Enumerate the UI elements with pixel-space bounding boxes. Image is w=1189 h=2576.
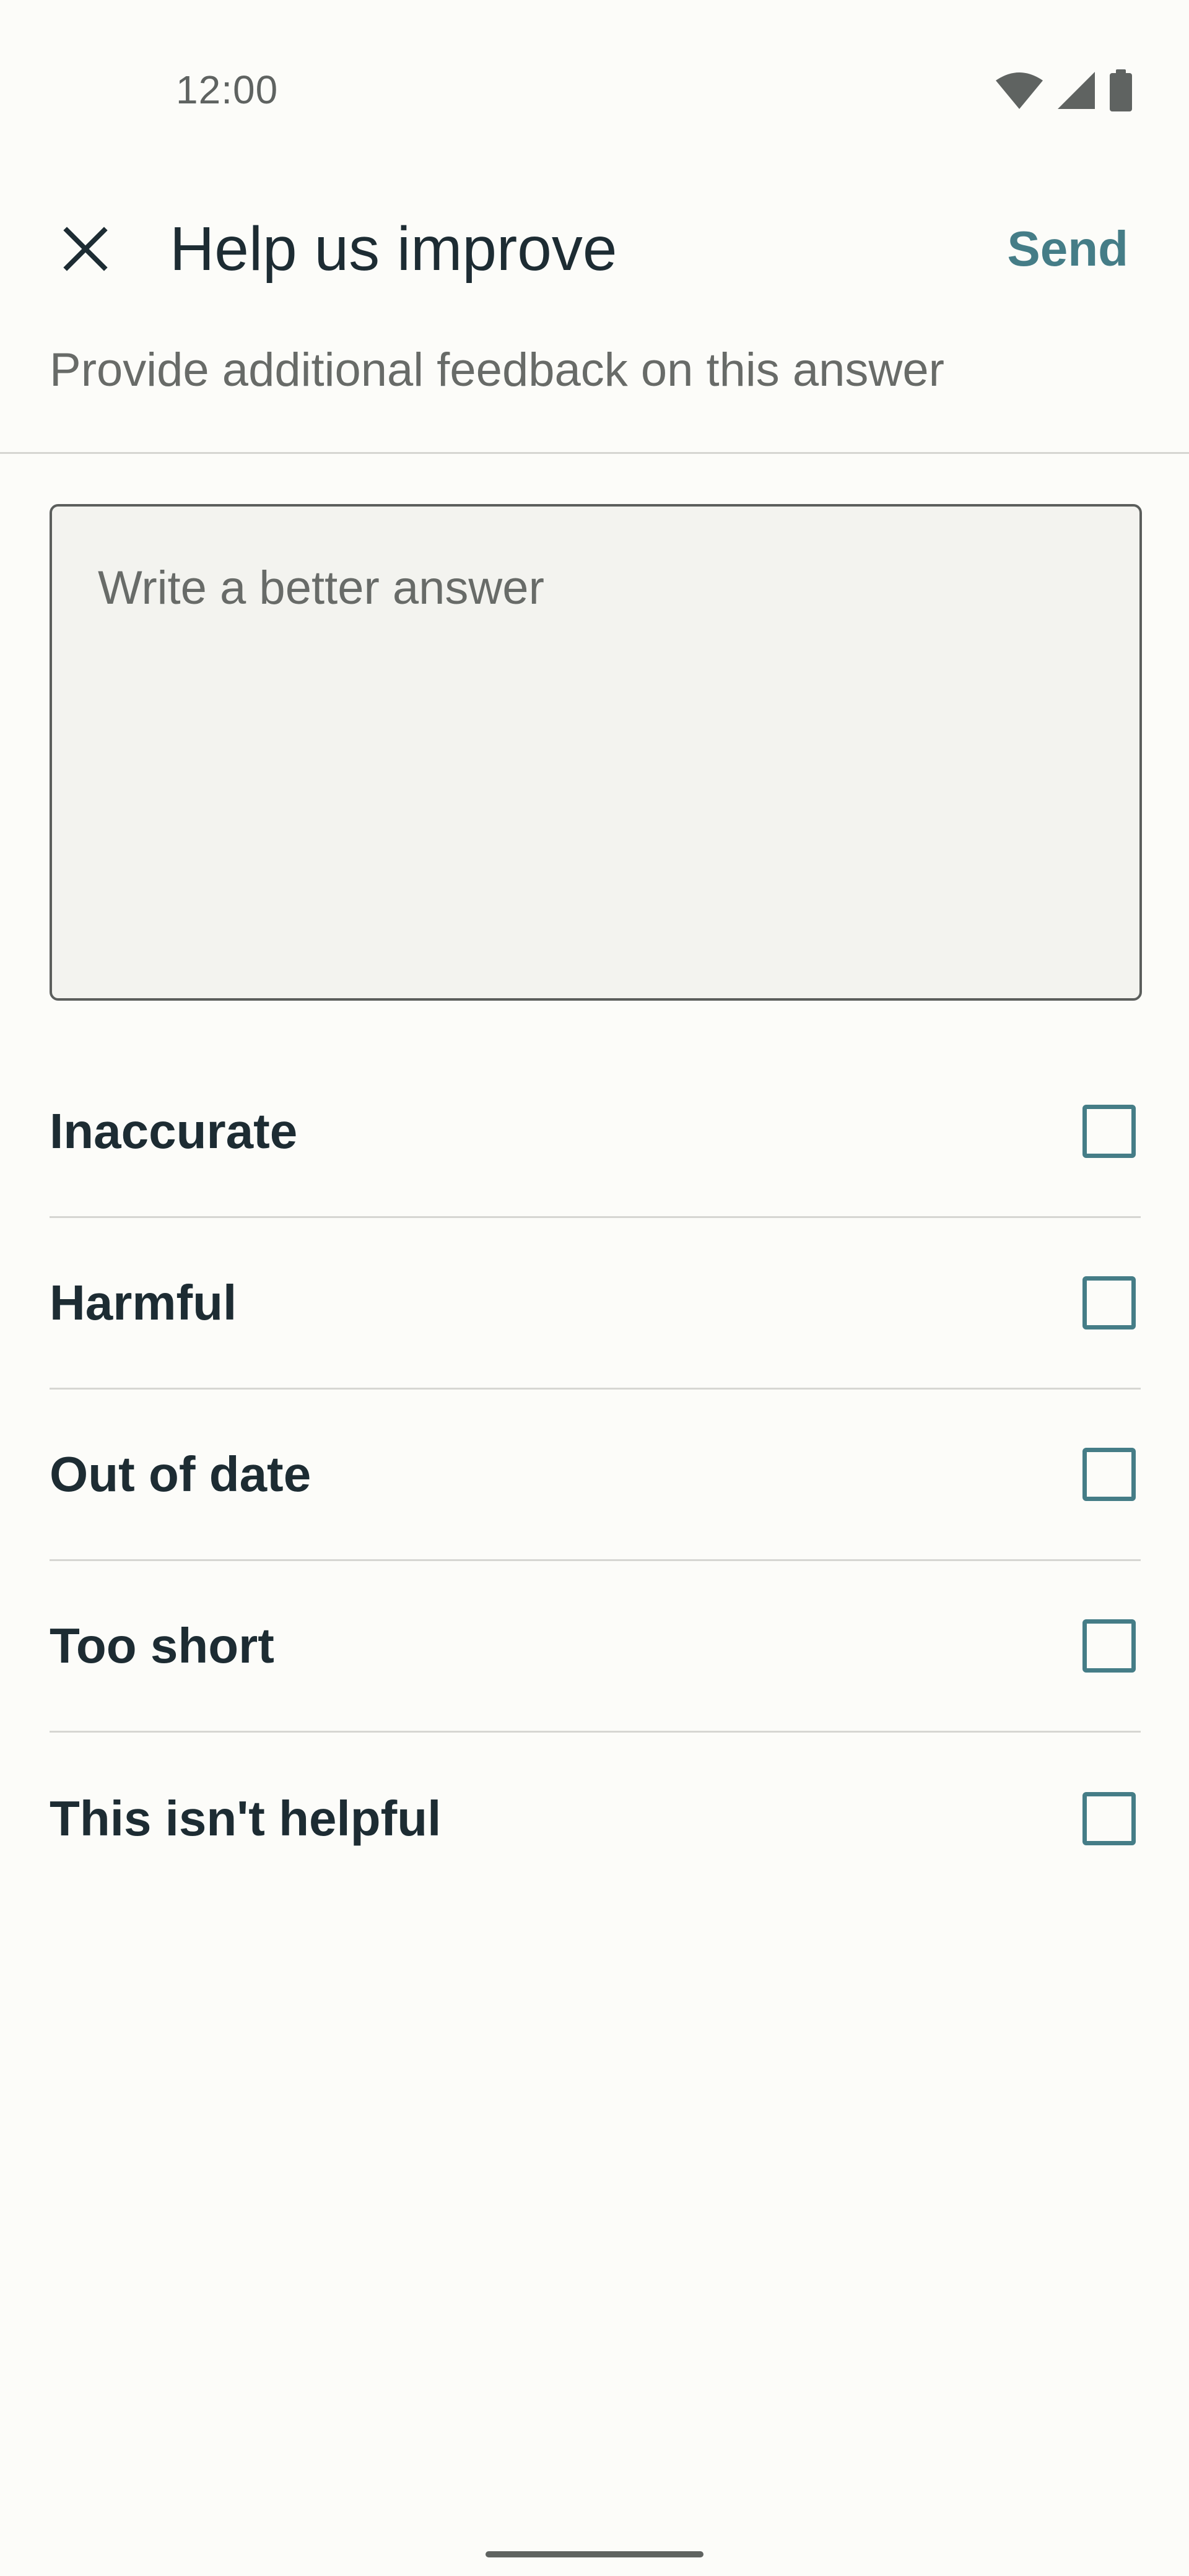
option-label: This isn't helpful bbox=[50, 1790, 442, 1846]
page-subtitle: Provide additional feedback on this answ… bbox=[50, 344, 944, 396]
cellular-signal-icon bbox=[1056, 71, 1096, 113]
home-indicator[interactable] bbox=[486, 2551, 703, 2557]
status-time: 12:00 bbox=[176, 67, 279, 112]
wifi-icon bbox=[995, 71, 1044, 113]
checkbox-out-of-date[interactable] bbox=[1082, 1448, 1136, 1501]
checkbox-inaccurate[interactable] bbox=[1082, 1105, 1136, 1158]
option-label: Inaccurate bbox=[50, 1103, 298, 1159]
send-button[interactable]: Send bbox=[1007, 219, 1128, 279]
checkbox-too-short[interactable] bbox=[1082, 1619, 1136, 1673]
page-title: Help us improve bbox=[170, 214, 617, 284]
header-divider bbox=[0, 452, 1189, 454]
option-row-inaccurate[interactable]: Inaccurate bbox=[50, 1046, 1141, 1218]
app-bar: Help us improve Send bbox=[0, 186, 1189, 310]
option-label: Out of date bbox=[50, 1447, 311, 1502]
option-row-too-short[interactable]: Too short bbox=[50, 1561, 1141, 1733]
option-row-not-helpful[interactable]: This isn't helpful bbox=[50, 1733, 1141, 1904]
option-label: Too short bbox=[50, 1618, 274, 1673]
battery-icon bbox=[1108, 69, 1133, 115]
option-label: Harmful bbox=[50, 1275, 237, 1330]
status-bar: 12:00 bbox=[0, 0, 1189, 161]
option-row-out-of-date[interactable]: Out of date bbox=[50, 1390, 1141, 1561]
checkbox-harmful[interactable] bbox=[1082, 1276, 1136, 1329]
feedback-textarea[interactable] bbox=[52, 507, 1139, 998]
feedback-textarea-container bbox=[50, 504, 1142, 1001]
close-button[interactable] bbox=[46, 211, 125, 290]
close-icon bbox=[63, 226, 108, 274]
status-icons bbox=[995, 69, 1133, 115]
feedback-options-list: Inaccurate Harmful Out of date Too short… bbox=[50, 1046, 1141, 1904]
checkbox-not-helpful[interactable] bbox=[1082, 1791, 1136, 1845]
option-row-harmful[interactable]: Harmful bbox=[50, 1218, 1141, 1390]
